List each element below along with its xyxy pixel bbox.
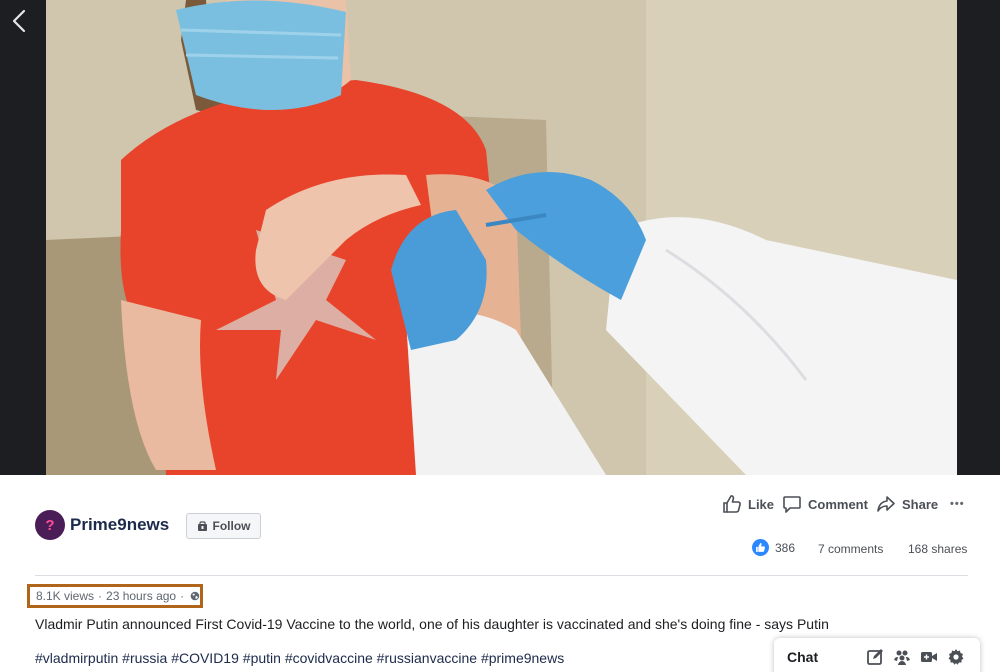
video-call-icon[interactable] xyxy=(920,648,938,666)
follow-label: Follow xyxy=(212,519,251,533)
post-meta-highlight: 8.1K views · 23 hours ago · xyxy=(27,584,203,608)
share-label: Share xyxy=(902,496,939,512)
reactions-summary[interactable]: 386 xyxy=(752,539,795,556)
hashtag-link[interactable]: #russianvaccine xyxy=(377,650,477,666)
more-options-button[interactable]: ••• xyxy=(950,498,965,510)
follow-page-icon xyxy=(197,520,207,531)
settings-gear-icon[interactable] xyxy=(947,648,965,666)
hashtag-link[interactable]: #russia xyxy=(122,650,167,666)
video-frame[interactable] xyxy=(46,0,957,475)
hashtag-list: #vladmirputin #russia #COVID19 #putin #c… xyxy=(35,650,564,666)
follow-button[interactable]: Follow xyxy=(186,513,261,539)
like-reaction-icon xyxy=(752,539,769,556)
comments-count-link[interactable]: 7 comments xyxy=(818,542,883,556)
page-name-link[interactable]: Prime9news xyxy=(70,515,169,535)
video-still-image xyxy=(46,0,957,475)
chat-label[interactable]: Chat xyxy=(787,649,818,665)
group-icon[interactable] xyxy=(893,648,911,666)
like-button[interactable]: Like xyxy=(722,494,774,514)
like-label: Like xyxy=(748,496,775,512)
hashtag-link[interactable]: #vladmirputin xyxy=(35,650,118,666)
chat-bar[interactable]: Chat xyxy=(774,638,980,672)
video-player[interactable] xyxy=(0,0,1000,475)
thumbs-up-icon xyxy=(723,495,741,513)
comment-label: Comment xyxy=(808,496,868,512)
divider xyxy=(35,575,968,576)
post-timestamp[interactable]: 23 hours ago xyxy=(106,589,176,603)
share-button[interactable]: Share xyxy=(876,494,938,514)
avatar-glyph: ? xyxy=(45,516,55,534)
page-avatar[interactable]: ? xyxy=(35,510,65,540)
share-arrow-icon xyxy=(877,496,895,512)
meta-separator: · xyxy=(98,589,103,603)
back-arrow-icon[interactable] xyxy=(6,8,30,34)
globe-icon[interactable] xyxy=(190,590,200,602)
comment-button[interactable]: Comment xyxy=(782,494,868,514)
post-description: Vladmir Putin announced First Covid-19 V… xyxy=(35,616,829,632)
more-options-icon: ••• xyxy=(950,498,965,510)
hashtag-link[interactable]: #COVID19 xyxy=(171,650,239,666)
meta-separator: · xyxy=(180,589,185,603)
shares-count-link[interactable]: 168 shares xyxy=(908,542,967,556)
hashtag-link[interactable]: #prime9news xyxy=(481,650,564,666)
chat-icons xyxy=(866,648,965,666)
hashtag-link[interactable]: #putin xyxy=(243,650,281,666)
reactions-count: 386 xyxy=(775,540,796,555)
comment-bubble-icon xyxy=(783,496,801,513)
hashtag-link[interactable]: #covidvaccine xyxy=(285,650,373,666)
new-message-icon[interactable] xyxy=(866,648,884,666)
view-count: 8.1K views xyxy=(36,589,95,603)
